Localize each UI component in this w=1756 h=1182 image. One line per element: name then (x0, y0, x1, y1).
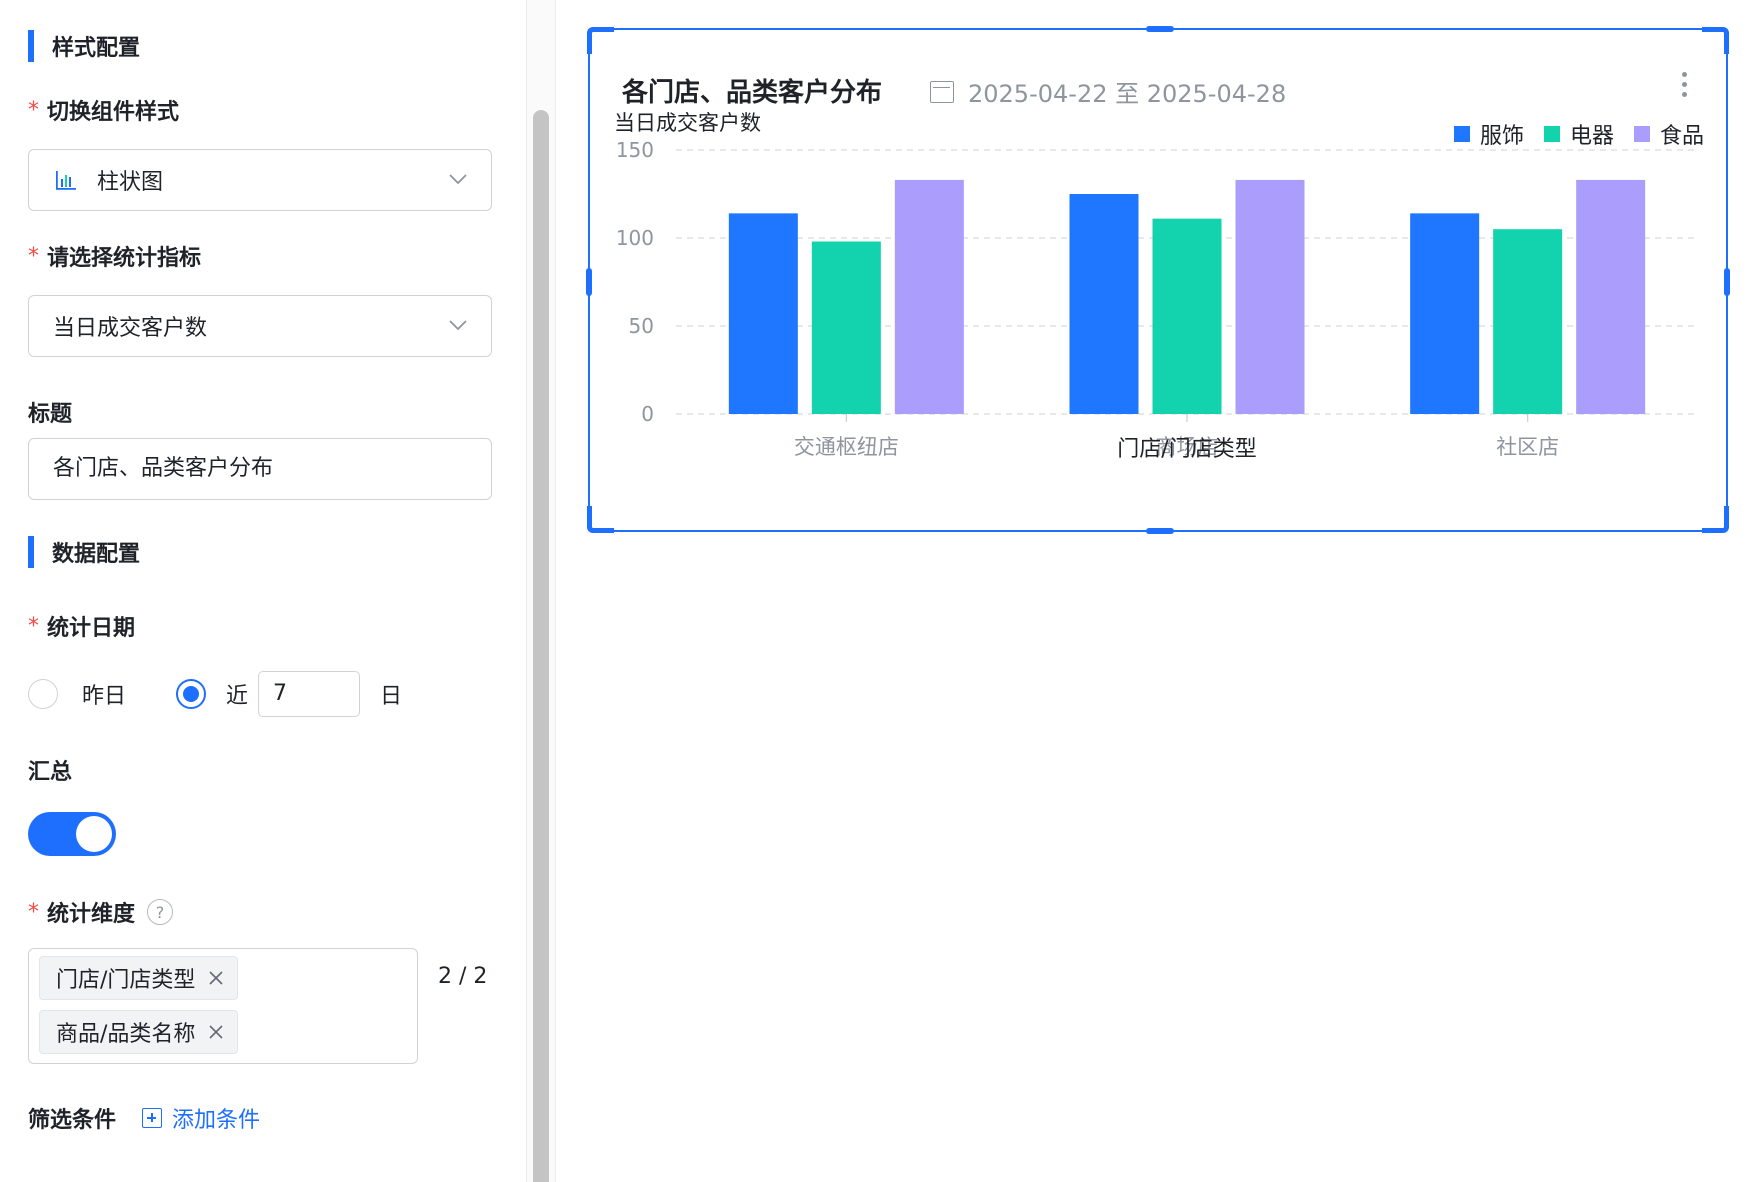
chart-widget[interactable]: 各门店、品类客户分布 2025-04-22 至 2025-04-28 服饰 电器食… (586, 26, 1730, 534)
yesterday-radio[interactable] (28, 679, 58, 709)
metric-label-text: 请选择统计指标 (47, 246, 202, 271)
y-tick-label: 0 (641, 402, 654, 426)
stat-date-label: * 统计日期 (28, 610, 135, 642)
bar-chart-icon (56, 171, 76, 190)
bar-chart: 当日成交客户数050100150交通枢纽店 商场店 社区店门店/门店类型 (614, 111, 1698, 462)
recent-prefix-label: 近 (226, 684, 249, 709)
panel-scrollbar-thumb[interactable] (533, 110, 549, 1182)
dimension-tag: 门店/门店类型 (39, 956, 239, 1000)
config-panel: 样式配置 * 切换组件样式 柱状图 * 请选择统计指标 当日成交客户数 标题 各… (0, 0, 526, 1182)
dimension-tag-label: 门店/门店类型 (56, 968, 196, 993)
close-icon[interactable] (207, 969, 225, 987)
required-mark: * (28, 243, 39, 269)
bar (1410, 213, 1480, 414)
component-style-label-text: 切换组件样式 (47, 100, 180, 125)
metric-select[interactable]: 当日成交客户数 (28, 295, 492, 357)
bar (811, 241, 881, 414)
dimension-tag: 商品/品类名称 (39, 1010, 239, 1054)
chevron-down-icon (449, 174, 467, 185)
title-field-label: 标题 (28, 402, 73, 427)
y-tick-label: 100 (616, 226, 654, 250)
bar (1069, 194, 1139, 414)
filter-label: 筛选条件 (28, 1108, 117, 1133)
dimension-label-text: 统计维度 (47, 902, 136, 927)
bar (1493, 229, 1563, 414)
x-tick-label: 交通枢纽店 (794, 435, 899, 459)
data-section-title: 数据配置 (52, 542, 141, 567)
y-tick-label: 150 (616, 138, 654, 162)
bar (894, 179, 964, 414)
toggle-knob (76, 816, 112, 852)
summary-label: 汇总 (28, 760, 73, 785)
dimension-tag-label: 商品/品类名称 (56, 1022, 196, 1047)
style-section-header: 样式配置 (28, 30, 140, 62)
add-condition-button[interactable]: 添加条件 (142, 1102, 260, 1134)
add-square-icon (142, 1108, 163, 1128)
help-icon[interactable]: ? (147, 899, 174, 925)
dimension-tag-input[interactable]: 门店/门店类型 商品/品类名称 (28, 948, 418, 1064)
section-accent-bar (28, 30, 34, 62)
required-mark: * (28, 97, 39, 123)
title-input[interactable]: 各门店、品类客户分布 (28, 438, 492, 500)
x-axis-label: 门店/门店类型 (1117, 437, 1256, 462)
metric-label: * 请选择统计指标 (28, 240, 201, 272)
required-mark: * (28, 613, 39, 639)
y-axis-label: 当日成交客户数 (614, 111, 761, 135)
component-style-select[interactable]: 柱状图 (28, 149, 492, 211)
dimension-label: * 统计维度 ? (28, 896, 174, 928)
dashboard-canvas: 各门店、品类客户分布 2025-04-22 至 2025-04-28 服饰 电器食… (556, 0, 1756, 1182)
bar (1152, 218, 1222, 414)
data-section-header: 数据配置 (28, 536, 140, 568)
section-accent-bar (28, 536, 34, 568)
bar (728, 213, 798, 414)
chevron-down-icon (449, 320, 467, 331)
required-mark: * (28, 899, 39, 925)
recent-suffix-label: 日 (380, 684, 403, 709)
recent-days-radio[interactable] (176, 679, 207, 709)
summary-toggle[interactable] (28, 812, 116, 856)
add-condition-label: 添加条件 (172, 1108, 261, 1133)
radio-dot (183, 686, 200, 702)
component-style-value: 柱状图 (97, 170, 164, 195)
recent-days-input[interactable]: 7 (258, 671, 361, 717)
dimension-counter: 2 / 2 (438, 964, 488, 989)
filter-row: 筛选条件 添加条件 (28, 1100, 260, 1136)
bar (1235, 179, 1305, 414)
component-style-label: * 切换组件样式 (28, 94, 179, 126)
stat-date-options: 昨日 近 7 日 (28, 670, 402, 718)
bar (1576, 179, 1646, 414)
close-icon[interactable] (207, 1023, 225, 1041)
x-tick-label: 社区店 (1496, 435, 1559, 459)
stat-date-label-text: 统计日期 (47, 616, 136, 641)
yesterday-label: 昨日 (82, 684, 127, 709)
style-section-title: 样式配置 (52, 36, 141, 61)
y-tick-label: 50 (629, 314, 654, 338)
metric-value: 当日成交客户数 (53, 316, 208, 341)
